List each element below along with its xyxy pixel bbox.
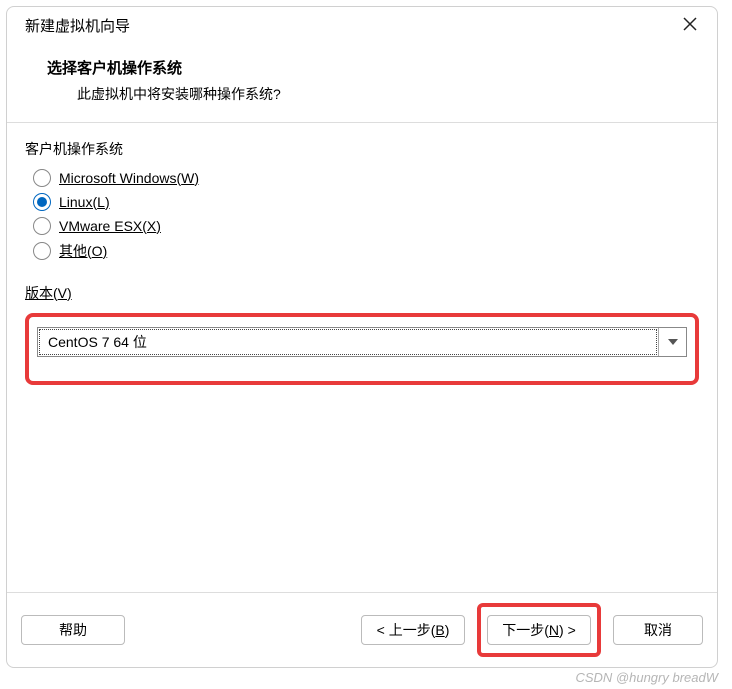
radio-linux[interactable]: Linux(L) (33, 193, 699, 211)
header: 选择客户机操作系统 此虚拟机中将安装哪种操作系统? (7, 43, 717, 123)
titlebar: 新建虚拟机向导 (7, 7, 717, 43)
os-radio-group: Microsoft Windows(W) Linux(L) VMware ESX… (33, 169, 699, 261)
footer: 帮助 < 上一步(B) 下一步(N) > 取消 (7, 592, 717, 667)
version-highlight: CentOS 7 64 位 (25, 313, 699, 385)
radio-label: 其他(O) (59, 241, 107, 261)
radio-label: VMware ESX(X) (59, 218, 161, 234)
radio-icon (33, 169, 51, 187)
version-combobox[interactable]: CentOS 7 64 位 (37, 327, 687, 357)
version-value: CentOS 7 64 位 (39, 329, 657, 355)
radio-other[interactable]: 其他(O) (33, 241, 699, 261)
next-highlight: 下一步(N) > (477, 603, 601, 657)
radio-icon (33, 217, 51, 235)
cancel-button[interactable]: 取消 (613, 615, 703, 645)
radio-label: Microsoft Windows(W) (59, 170, 199, 186)
window-title: 新建虚拟机向导 (25, 15, 130, 36)
close-icon[interactable] (675, 11, 705, 40)
radio-esx[interactable]: VMware ESX(X) (33, 217, 699, 235)
os-group-label: 客户机操作系统 (25, 139, 699, 159)
radio-icon (33, 242, 51, 260)
footer-right: < 上一步(B) 下一步(N) > 取消 (361, 603, 703, 657)
help-button[interactable]: 帮助 (21, 615, 125, 645)
back-button[interactable]: < 上一步(B) (361, 615, 465, 645)
wizard-dialog: 新建虚拟机向导 选择客户机操作系统 此虚拟机中将安装哪种操作系统? 客户机操作系… (6, 6, 718, 668)
next-button[interactable]: 下一步(N) > (487, 615, 591, 645)
radio-icon (33, 193, 51, 211)
radio-label: Linux(L) (59, 194, 110, 210)
header-subtitle: 此虚拟机中将安装哪种操作系统? (47, 84, 699, 104)
header-title: 选择客户机操作系统 (47, 57, 699, 78)
radio-windows[interactable]: Microsoft Windows(W) (33, 169, 699, 187)
content: 客户机操作系统 Microsoft Windows(W) Linux(L) VM… (7, 123, 717, 592)
chevron-down-icon[interactable] (658, 328, 686, 356)
version-label: 版本(V) (25, 283, 699, 303)
